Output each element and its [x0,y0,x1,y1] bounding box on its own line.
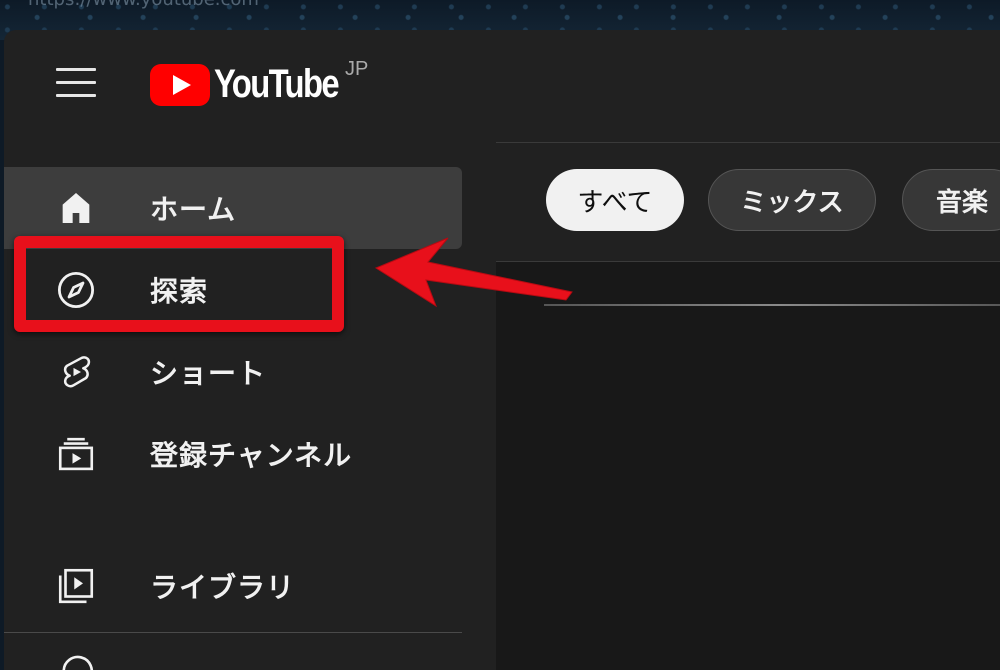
sidebar-item-label: 登録チャンネル [150,439,353,472]
history-icon [54,649,98,670]
play-logo-icon [150,63,210,106]
sidebar-item-shorts[interactable]: ショート [4,331,462,413]
loading-line [544,304,1000,306]
main-content: すべて ミックス 音楽 [496,142,1000,670]
region-code: JP [345,58,369,80]
shorts-icon [54,350,98,394]
sidebar-item-label: ライブラリ [150,571,296,604]
chip-mix[interactable]: ミックス [708,169,876,231]
masthead: YouTube JP [4,30,1000,142]
annotation-highlight-box [14,236,344,332]
sidebar-item-subscriptions[interactable]: 登録チャンネル [4,413,462,495]
sidebar-item-history[interactable] [4,627,462,670]
chip-all[interactable]: すべて [546,169,684,231]
library-icon [54,564,98,608]
browser-url-bar: https://www.youtube.com [28,0,259,10]
url-text: https://www.youtube.com [28,0,259,10]
home-icon [54,186,98,230]
sidebar-item-label: ホーム [150,193,237,226]
sidebar: ホーム 探索 ショート 登録チャンネル ライブラリ [4,142,464,670]
subscriptions-icon [54,432,98,476]
chip-bar: すべて ミックス 音楽 [496,142,1000,262]
youtube-logo[interactable]: YouTube JP [150,58,368,107]
brand-name: YouTube [214,62,340,106]
menu-icon[interactable] [56,68,96,98]
chip-music[interactable]: 音楽 [902,169,1000,231]
youtube-window: YouTube JP ホーム 探索 ショート 登録チャンネル ライブラリ すべて… [4,30,1000,670]
sidebar-item-library[interactable]: ライブラリ [4,545,462,627]
sidebar-item-label: ショート [150,357,267,390]
